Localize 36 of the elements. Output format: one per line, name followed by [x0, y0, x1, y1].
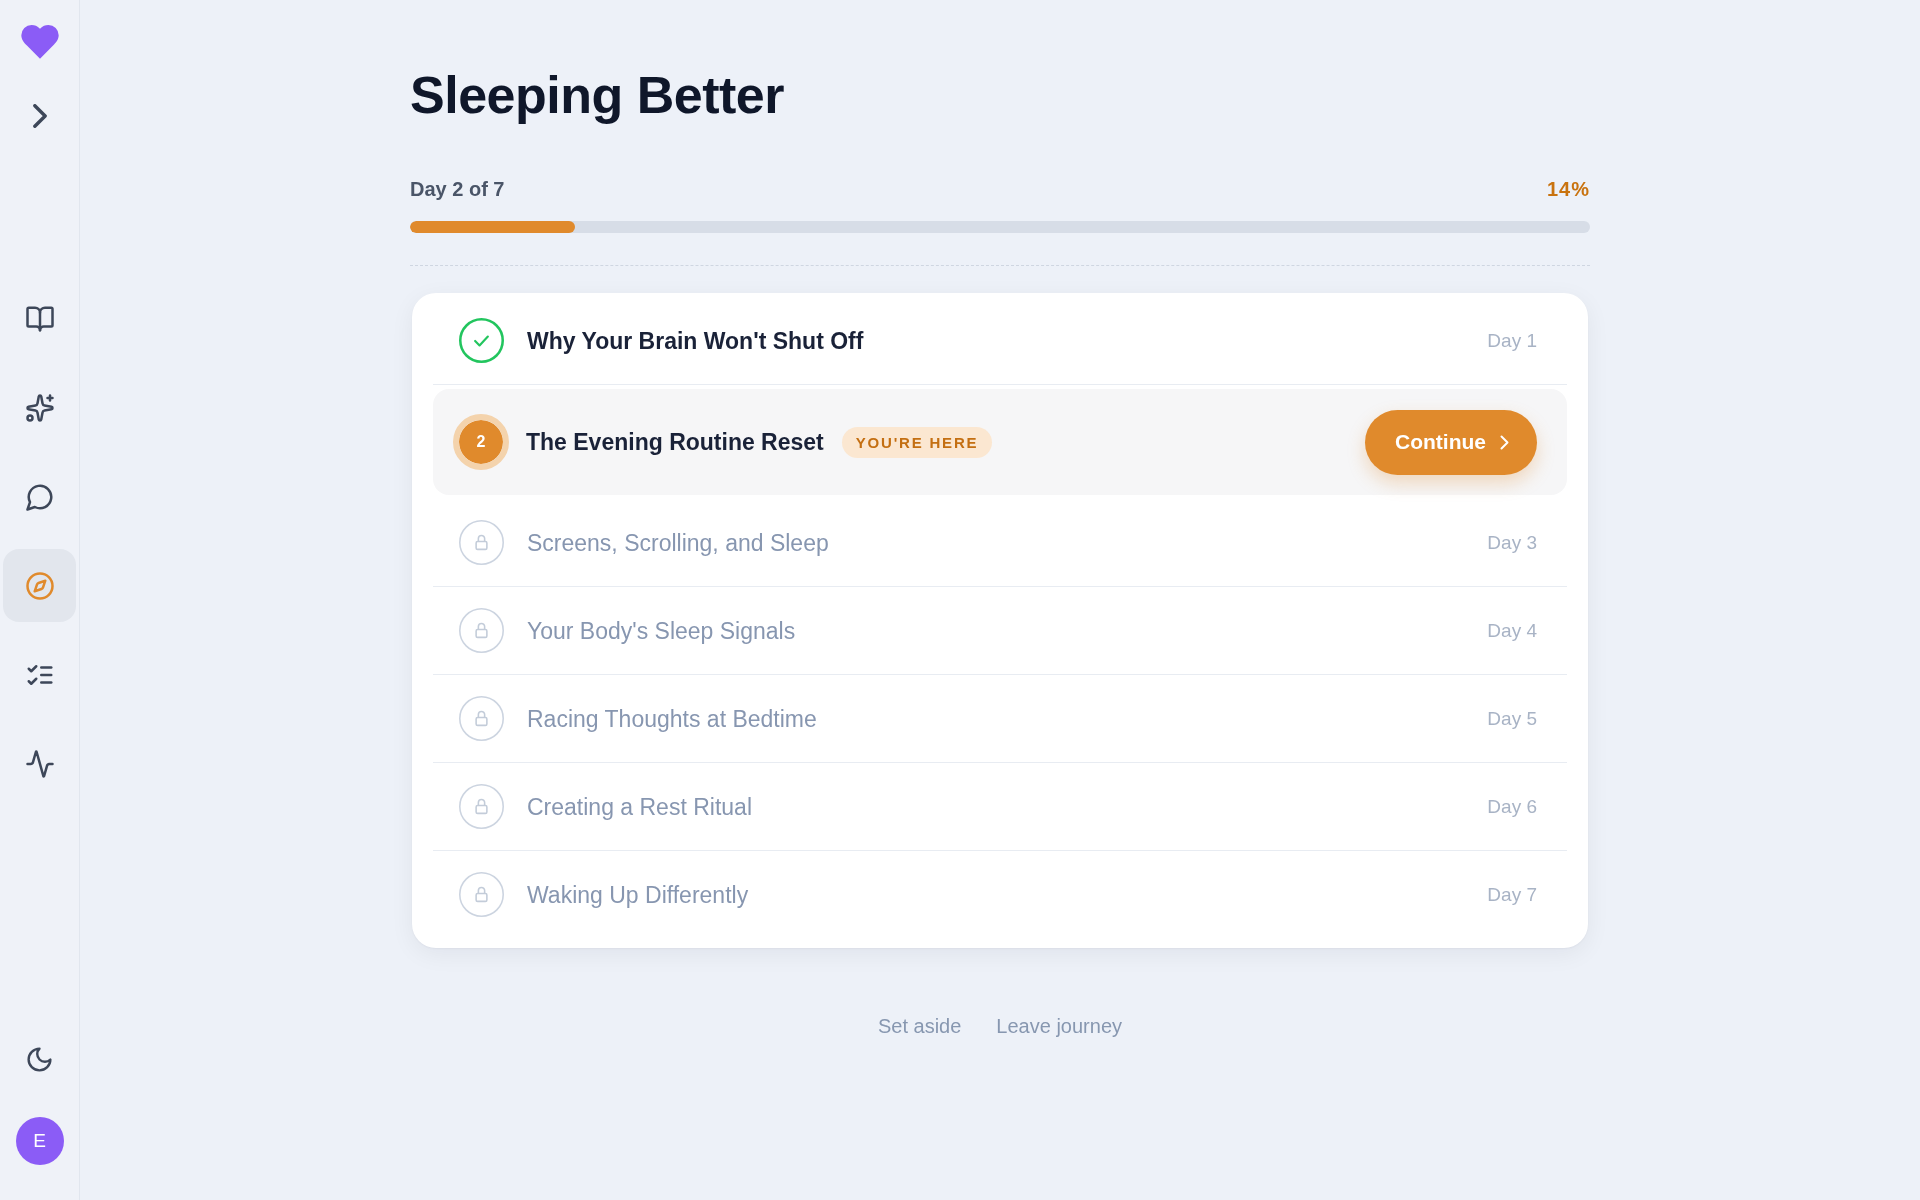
status-badge: YOU'RE HERE: [841, 426, 993, 458]
lock-icon: [459, 872, 504, 917]
day-label: Day 4: [1487, 619, 1537, 642]
sparkles-icon: [24, 392, 55, 423]
pulse-icon: [24, 748, 55, 779]
lock-icon: [459, 520, 504, 565]
lesson-title: Waking Up Differently: [527, 880, 749, 909]
continue-button[interactable]: Continue: [1365, 409, 1537, 475]
lesson-title: Racing Thoughts at Bedtime: [527, 704, 817, 733]
lesson-title: Screens, Scrolling, and Sleep: [527, 528, 829, 557]
check-circle-icon: [459, 318, 504, 363]
footer-link[interactable]: Leave journey: [996, 1014, 1122, 1038]
footer-link[interactable]: Set aside: [877, 1014, 962, 1038]
progress-label: Day 2 of 7: [410, 177, 505, 201]
moon-icon: [25, 1044, 54, 1074]
chat-bubble-icon: [24, 481, 55, 512]
lock-icon: [459, 608, 504, 653]
day-label: Day 3: [1487, 531, 1537, 554]
lock-icon: [459, 784, 504, 829]
avatar[interactable]: E: [15, 1117, 64, 1165]
day-label: Day 6: [1487, 795, 1537, 818]
progress-percent: 14%: [1546, 177, 1590, 201]
lesson-title: Why Your Brain Won't Shut Off: [527, 326, 864, 355]
step-number: 2: [453, 414, 509, 470]
chevron-right-icon: [32, 104, 47, 128]
chevron-right-icon: [1500, 434, 1509, 450]
day-label: Day 1: [1487, 329, 1537, 352]
journey-title: Sleeping Better: [410, 65, 784, 126]
lesson-title: Your Body's Sleep Signals: [527, 616, 796, 645]
lock-icon: [459, 696, 504, 741]
day-label: Day 5: [1487, 707, 1537, 730]
lesson-title: Creating a Rest Ritual: [527, 792, 752, 821]
lesson-title: The Evening Routine Reset: [526, 428, 824, 456]
heart-logo-icon: [20, 25, 59, 59]
day-label: Day 7: [1487, 883, 1537, 906]
compass-icon: [24, 570, 55, 601]
